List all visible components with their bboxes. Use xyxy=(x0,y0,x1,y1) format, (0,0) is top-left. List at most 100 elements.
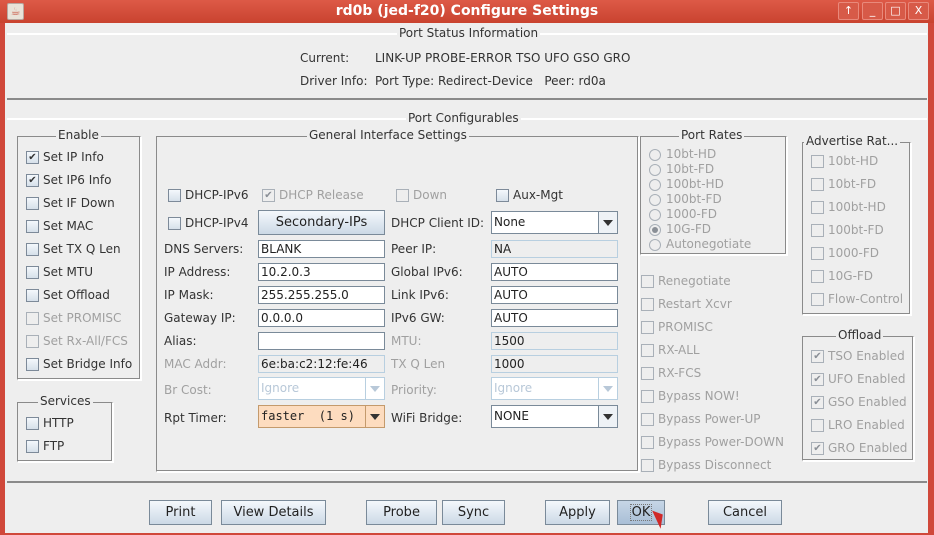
rx-all-checkbox[interactable] xyxy=(641,344,654,357)
br-cost-label: Br Cost: xyxy=(164,383,212,397)
maximize-button[interactable]: □ xyxy=(885,2,906,20)
restart-xcvr-checkbox[interactable] xyxy=(641,298,654,311)
offload-lro-enabled-checkbox[interactable] xyxy=(811,419,824,432)
aux-mgt-label: Aux-Mgt xyxy=(513,188,563,202)
mac-addr-field: 6e:ba:c2:12:fe:46 xyxy=(258,355,385,373)
rate-100bt-fd-radio[interactable] xyxy=(649,194,661,206)
aux-mgt-checkbox[interactable] xyxy=(496,189,509,202)
rate-10g-fd-radio[interactable] xyxy=(649,224,661,236)
current-value: LINK-UP PROBE-ERROR TSO UFO GSO GRO xyxy=(375,51,631,65)
rate-10bt-hd-radio[interactable] xyxy=(649,149,661,161)
renegotiate-checkbox[interactable] xyxy=(641,275,654,288)
ip-address-label: IP Address: xyxy=(164,265,231,279)
gateway-ip-input[interactable]: 0.0.0.0 xyxy=(258,309,385,327)
offload-gso-enabled-checkbox[interactable]: ✔ xyxy=(811,396,824,409)
enable-set-mtu-checkbox[interactable] xyxy=(26,266,39,279)
advertise-10bt-hd-checkbox[interactable] xyxy=(811,155,824,168)
offload-tso-enabled-label: TSO Enabled xyxy=(828,349,905,363)
dhcp-release-checkbox[interactable]: ✔ xyxy=(262,189,275,202)
enable-set-if-down-checkbox[interactable] xyxy=(26,197,39,210)
close-button[interactable]: X xyxy=(908,2,929,20)
pin-icon[interactable]: ↑ xyxy=(838,2,859,20)
offload-gro-enabled-checkbox[interactable]: ✔ xyxy=(811,442,824,455)
bypass-power-up-checkbox[interactable] xyxy=(641,413,654,426)
global-ipv6-input[interactable]: AUTO xyxy=(491,263,618,281)
advertise-100bt-fd-checkbox[interactable] xyxy=(811,224,824,237)
enable-set-promisc-label: Set PROMISC xyxy=(43,311,122,325)
advertise-100bt-hd-checkbox[interactable] xyxy=(811,201,824,214)
rate-100bt-hd-radio[interactable] xyxy=(649,179,661,191)
check-icon: ✔ xyxy=(28,152,37,163)
service-http-checkbox[interactable] xyxy=(26,417,39,430)
offload-ufo-enabled-label: UFO Enabled xyxy=(828,372,906,386)
rate-1000-fd-radio[interactable] xyxy=(649,209,661,221)
enable-set-bridge-info-checkbox[interactable] xyxy=(26,358,39,371)
enable-set-rx-all-fcs-checkbox[interactable] xyxy=(26,335,39,348)
service-ftp-checkbox[interactable] xyxy=(26,440,39,453)
apply-button[interactable]: Apply xyxy=(545,500,610,525)
rpt-timer-select[interactable]: faster (1 s) xyxy=(258,405,385,428)
enable-set-ip-info-checkbox[interactable]: ✔ xyxy=(26,151,39,164)
advertise-flow-control-checkbox[interactable] xyxy=(811,293,824,306)
ip-mask-input[interactable]: 255.255.255.0 xyxy=(258,286,385,304)
dhcp-ipv6-checkbox[interactable] xyxy=(168,189,181,202)
advertise-10bt-hd-label: 10bt-HD xyxy=(828,154,879,168)
promisc-label: PROMISC xyxy=(658,320,713,334)
promisc-checkbox[interactable] xyxy=(641,321,654,334)
advertise-100bt-fd-label: 100bt-FD xyxy=(828,223,884,237)
ipv6-gw-input[interactable]: AUTO xyxy=(491,309,618,327)
check-icon: ✔ xyxy=(813,351,822,362)
print-button[interactable]: Print xyxy=(149,500,212,525)
advertise-10bt-fd-label: 10bt-FD xyxy=(828,177,877,191)
bypass-now-checkbox[interactable] xyxy=(641,390,654,403)
rx-fcs-checkbox[interactable] xyxy=(641,367,654,380)
chevron-down-icon[interactable] xyxy=(598,212,617,233)
enable-set-ip6-info-checkbox[interactable]: ✔ xyxy=(26,174,39,187)
dhcp-client-id-select[interactable]: None xyxy=(491,211,618,234)
down-checkbox[interactable] xyxy=(396,189,409,202)
enable-set-promisc-checkbox[interactable] xyxy=(26,312,39,325)
enable-set-ip6-info-label: Set IP6 Info xyxy=(43,173,112,187)
wifi-bridge-select[interactable]: NONE xyxy=(491,405,618,428)
view-details-button[interactable]: View Details xyxy=(221,500,326,525)
enable-set-mtu-label: Set MTU xyxy=(43,265,93,279)
dns-servers-input[interactable]: BLANK xyxy=(258,240,385,258)
rate-10bt-fd-label: 10bt-FD xyxy=(666,162,715,176)
rate-autonegotiate-label: Autonegotiate xyxy=(666,237,752,251)
rate-10bt-fd-radio[interactable] xyxy=(649,164,661,176)
enable-set-rx-all-fcs-label: Set Rx-All/FCS xyxy=(43,334,128,348)
rate-autonegotiate-radio[interactable] xyxy=(649,239,661,251)
dns-servers-label: DNS Servers: xyxy=(164,242,244,256)
ip-address-input[interactable]: 10.2.0.3 xyxy=(258,263,385,281)
link-ipv6-input[interactable]: AUTO xyxy=(491,286,618,304)
sync-button[interactable]: Sync xyxy=(442,500,505,525)
offload-ufo-enabled-checkbox[interactable]: ✔ xyxy=(811,373,824,386)
advertise-1000-fd-checkbox[interactable] xyxy=(811,247,824,260)
port-rates-title: Port Rates xyxy=(679,128,745,142)
advertise-10g-fd-checkbox[interactable] xyxy=(811,270,824,283)
dhcp-release-label: DHCP Release xyxy=(279,188,364,202)
bypass-power-down-checkbox[interactable] xyxy=(641,436,654,449)
enable-set-mac-checkbox[interactable] xyxy=(26,220,39,233)
title-bar: ☕ rd0b (jed-f20) Configure Settings ↑ _ … xyxy=(0,0,934,23)
enable-title: Enable xyxy=(56,128,101,142)
bypass-disconnect-checkbox[interactable] xyxy=(641,459,654,472)
enable-set-offload-checkbox[interactable] xyxy=(26,289,39,302)
probe-button[interactable]: Probe xyxy=(366,500,437,525)
enable-set-tx-q-len-checkbox[interactable] xyxy=(26,243,39,256)
dhcp-ipv4-checkbox[interactable] xyxy=(168,217,181,230)
chevron-down-icon[interactable] xyxy=(365,406,384,427)
rx-all-label: RX-ALL xyxy=(658,343,700,357)
secondary-ips-button[interactable]: Secondary-IPs xyxy=(258,210,385,235)
enable-set-ip-info-label: Set IP Info xyxy=(43,150,104,164)
offload-tso-enabled-checkbox[interactable]: ✔ xyxy=(811,350,824,363)
mtu-label: MTU: xyxy=(391,334,422,348)
chevron-down-icon[interactable] xyxy=(598,406,617,427)
minimize-button[interactable]: _ xyxy=(862,2,883,20)
alias-input[interactable] xyxy=(258,332,385,350)
advertise-10bt-fd-checkbox[interactable] xyxy=(811,178,824,191)
cancel-button[interactable]: Cancel xyxy=(708,500,782,525)
rx-fcs-label: RX-FCS xyxy=(658,366,702,380)
dhcp-ipv6-label: DHCP-IPv6 xyxy=(185,188,249,202)
advertise-flow-control-label: Flow-Control xyxy=(828,292,904,306)
